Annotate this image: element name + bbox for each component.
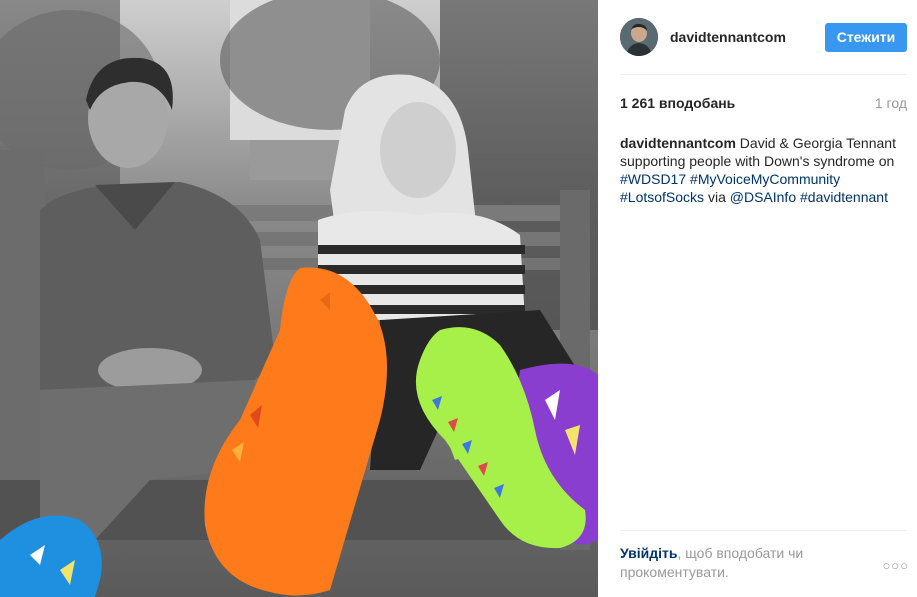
hashtag-link[interactable]: #LotsofSocks (620, 189, 704, 205)
post-header: davidtennantcom Стежити (620, 16, 907, 58)
likes-row: 1 261 вподобань 1 год (620, 95, 907, 111)
post-photo[interactable] (0, 0, 598, 597)
post-panel: davidtennantcom Стежити 1 261 вподобань … (598, 0, 917, 597)
avatar[interactable] (620, 18, 658, 56)
mention-link[interactable]: @DSAInfo (730, 189, 796, 205)
bottom-divider (620, 530, 907, 531)
caption-text: via (704, 189, 730, 205)
hashtag-link[interactable]: #WDSD17 (620, 171, 686, 187)
avatar-image (620, 18, 658, 56)
photo-image (0, 0, 598, 597)
username-link[interactable]: davidtennantcom (670, 29, 825, 45)
hashtag-link[interactable]: #davidtennant (800, 189, 888, 205)
instagram-post: davidtennantcom Стежити 1 261 вподобань … (0, 0, 917, 597)
post-caption: davidtennantcom David & Georgia Tennant … (620, 134, 910, 206)
login-prompt: Увійдіть, щоб вподобати чи прокоментуват… (620, 544, 907, 582)
hashtag-link[interactable]: #MyVoiceMyCommunity (690, 171, 840, 187)
follow-button[interactable]: Стежити (825, 22, 907, 52)
post-time[interactable]: 1 год (875, 95, 907, 111)
login-link[interactable]: Увійдіть (620, 545, 678, 561)
likes-count[interactable]: 1 261 вподобань (620, 95, 735, 111)
header-divider (620, 74, 907, 75)
caption-username[interactable]: davidtennantcom (620, 135, 736, 151)
more-options-icon[interactable]: ○○○ (882, 558, 909, 573)
